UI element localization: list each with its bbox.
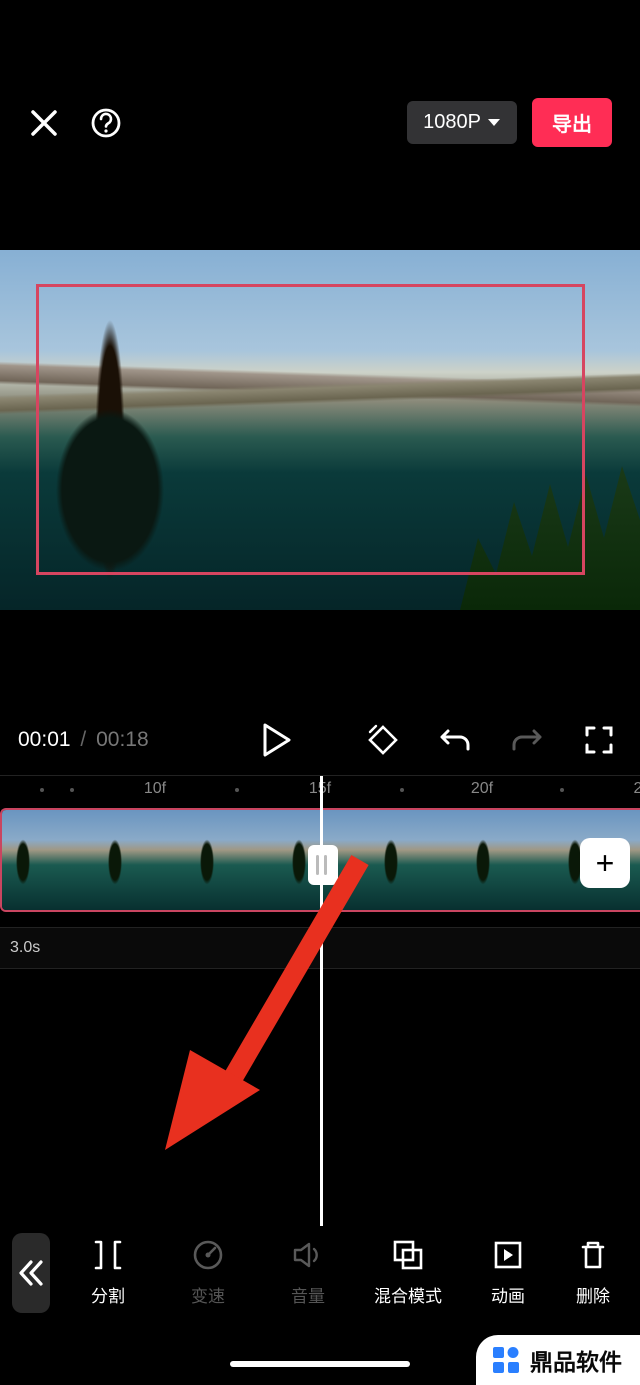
- total-duration: 00:18: [96, 728, 149, 751]
- resolution-label: 1080P: [423, 111, 481, 134]
- play-button[interactable]: [254, 723, 300, 757]
- tool-speed[interactable]: 变速: [158, 1238, 258, 1307]
- undo-button[interactable]: [432, 725, 478, 755]
- clip-thumbnail: [2, 810, 94, 910]
- keyframe-button[interactable]: [360, 723, 406, 757]
- redo-button[interactable]: [504, 725, 550, 755]
- animation-icon: [491, 1238, 525, 1272]
- tool-blend-mode[interactable]: 混合模式: [358, 1238, 458, 1307]
- resolution-button[interactable]: 1080P: [407, 101, 517, 144]
- add-clip-button[interactable]: +: [580, 838, 630, 888]
- current-time: 00:01: [18, 728, 71, 751]
- close-icon[interactable]: [28, 107, 60, 139]
- timeline[interactable]: 10f 15f 20f 2 + 3.0s: [0, 775, 640, 1225]
- chevron-down-icon: [487, 118, 501, 128]
- export-button[interactable]: 导出: [532, 98, 612, 147]
- bottom-toolbar: 分割 变速 音量 混合模式 动画 删除: [0, 1220, 640, 1325]
- blend-icon: [391, 1238, 425, 1272]
- crop-frame[interactable]: [36, 284, 585, 575]
- fullscreen-button[interactable]: [576, 725, 622, 755]
- video-preview[interactable]: [0, 250, 640, 610]
- help-icon[interactable]: [90, 107, 122, 139]
- time-display: 00:01 / 00:18: [18, 728, 149, 752]
- playhead[interactable]: [320, 776, 323, 1226]
- clip-thumbnail: [186, 810, 278, 910]
- speed-icon: [191, 1238, 225, 1272]
- collapse-toolbar-button[interactable]: [12, 1233, 50, 1313]
- watermark-text: 鼎品软件: [530, 1343, 622, 1377]
- home-indicator: [230, 1361, 410, 1367]
- playback-bar: 00:01 / 00:18: [0, 705, 640, 775]
- tool-volume[interactable]: 音量: [258, 1238, 358, 1307]
- top-bar: 1080P 导出: [0, 0, 640, 150]
- clip-thumbnail: [462, 810, 554, 910]
- tool-delete[interactable]: 删除: [558, 1238, 628, 1307]
- tool-split[interactable]: 分割: [58, 1238, 158, 1307]
- watermark-logo-icon: [490, 1344, 522, 1376]
- volume-icon: [291, 1238, 325, 1272]
- tool-animation[interactable]: 动画: [458, 1238, 558, 1307]
- track-duration-label: 3.0s: [10, 939, 40, 957]
- delete-icon: [576, 1238, 610, 1272]
- clip-handle[interactable]: [308, 845, 338, 885]
- clip-thumbnail: [370, 810, 462, 910]
- split-icon: [91, 1238, 125, 1272]
- clip-thumbnail: [94, 810, 186, 910]
- watermark: 鼎品软件: [476, 1335, 640, 1385]
